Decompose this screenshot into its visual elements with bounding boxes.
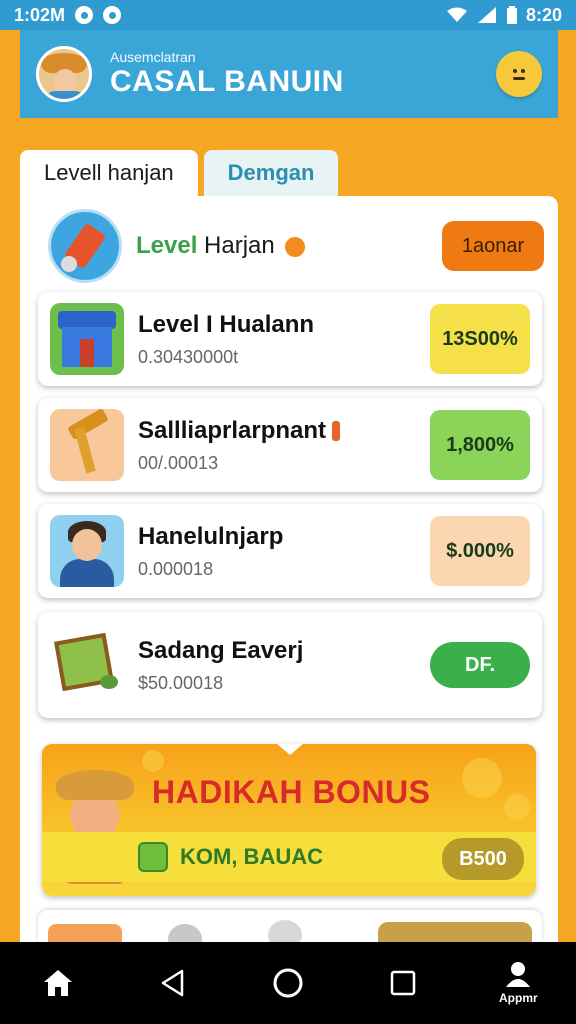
item-title: Sallliaprlarpnant [138, 417, 341, 445]
coin-icon [142, 750, 164, 772]
coin-icon [504, 794, 530, 820]
item-value-button[interactable]: DF. [430, 642, 530, 688]
back-icon [161, 969, 184, 997]
account-label: Appmr [499, 991, 538, 1005]
main-panel: Level Harjan 1aonar Level I Hualann 0.30… [20, 196, 558, 942]
item-subtitle: 0.30430000t [138, 346, 239, 367]
recents-button[interactable] [368, 948, 438, 1018]
status-bar: 1:02M 8:20 [0, 0, 576, 30]
list-item[interactable]: Hanelulnjarp 0.000018 $.000% [38, 504, 542, 598]
tab-level-hanjan[interactable]: Levell hanjan [20, 150, 198, 196]
bonus-banner[interactable]: HADIKAH BONUS KOM, BAUAC B500 [42, 744, 536, 896]
account-button[interactable]: Appmr [483, 948, 553, 1018]
gift-icon [138, 842, 168, 872]
navigation-bar: Appmr [0, 942, 576, 1024]
banner-notch [276, 744, 304, 755]
item-title: Hanelulnjarp [138, 522, 284, 550]
item-value-badge[interactable]: 13S00% [430, 304, 530, 374]
tag-icon [48, 209, 122, 283]
item-value-badge[interactable]: 1,800% [430, 410, 530, 480]
avatar[interactable] [36, 46, 92, 102]
profile-button[interactable] [496, 51, 542, 97]
featured-label-rest: Harjan [197, 232, 275, 259]
wifi-icon [446, 7, 467, 22]
item-value-badge[interactable]: $.000% [430, 516, 530, 586]
status-right-time: 8:20 [525, 4, 562, 25]
coin-icon [462, 758, 502, 798]
featured-level: Level Harjan 1aonar [48, 202, 544, 290]
face-icon [506, 61, 532, 87]
circle-icon [273, 968, 303, 998]
featured-button[interactable]: 1aonar [442, 221, 544, 271]
list-item-partial[interactable] [38, 910, 542, 942]
tab-bar: Levell hanjan Demgan [20, 150, 360, 196]
item-subtitle: 0.000018 [138, 558, 214, 579]
notification-icon [75, 6, 94, 24]
status-time: 1:02M [14, 4, 66, 25]
list-item[interactable]: Sallliaprlarpnant 00/.00013 1,800% [38, 398, 542, 492]
list-item[interactable]: Level I Hualann 0.30430000t 13S00% [38, 292, 542, 386]
square-icon [390, 970, 416, 996]
item-title: Sadang Eaverj [138, 636, 304, 664]
featured-label: Level Harjan [136, 232, 306, 260]
battery-icon [506, 6, 517, 24]
app-notification-icon [103, 6, 122, 24]
bonus-code: KOM, BAUAC [180, 844, 323, 869]
app-title: CASAL BANUIN [110, 65, 344, 98]
back-button[interactable] [138, 948, 208, 1018]
featured-label-green: Level [136, 232, 198, 259]
list-item[interactable]: Sadang Eaverj $50.00018 DF. [38, 612, 542, 718]
home-button[interactable] [23, 948, 93, 1018]
bonus-claim-button[interactable]: B500 [442, 838, 524, 880]
item-subtitle: $50.00018 [138, 672, 224, 693]
calendar-icon [50, 629, 124, 701]
item-subtitle: 00/.00013 [138, 452, 219, 473]
signal-icon [477, 7, 496, 23]
bonus-title: HADIKAH BONUS [152, 774, 431, 810]
badge-icon [285, 236, 306, 257]
person-icon [50, 515, 124, 587]
home-circle-button[interactable] [253, 948, 323, 1018]
item-title: Level I Hualann [138, 310, 315, 338]
hammer-icon [50, 409, 124, 481]
alert-icon [332, 421, 341, 442]
user-icon [506, 962, 531, 987]
home-icon [43, 970, 72, 996]
store-icon [50, 303, 124, 375]
app-subtitle: Ausemclatran [110, 49, 196, 65]
app-header: Ausemclatran CASAL BANUIN [20, 30, 558, 118]
tab-demgan[interactable]: Demgan [203, 150, 339, 196]
